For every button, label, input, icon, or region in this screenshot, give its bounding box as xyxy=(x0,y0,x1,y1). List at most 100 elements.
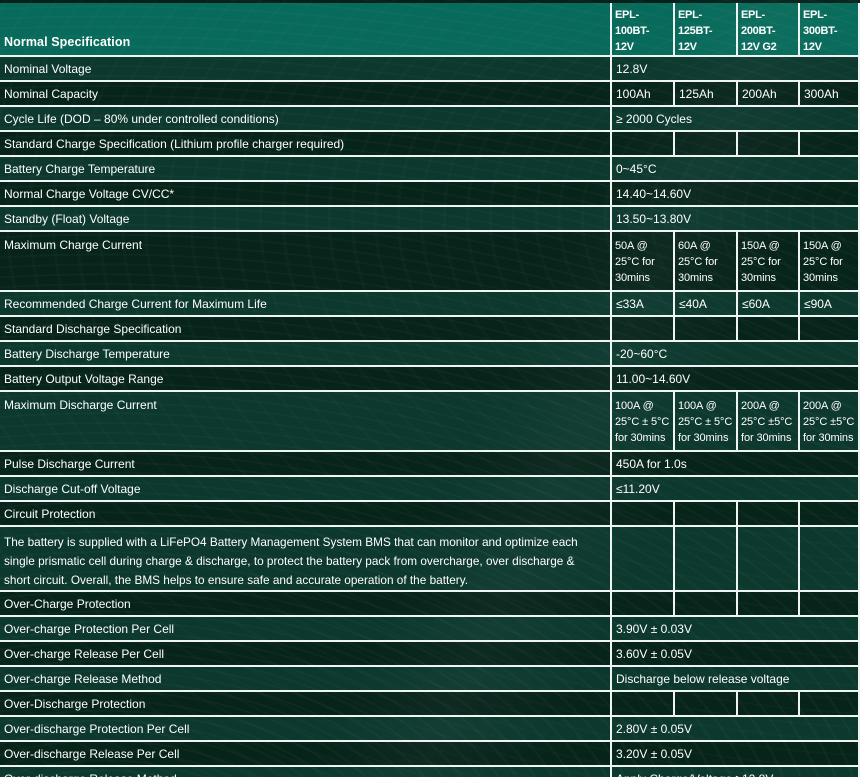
row-label: Over-Charge Protection xyxy=(0,592,610,617)
empty-cell xyxy=(798,132,860,157)
empty-cell xyxy=(798,317,860,342)
row-label: Maximum Charge Current xyxy=(0,232,610,292)
table-row: Standby (Float) Voltage13.50~13.80V xyxy=(0,207,860,232)
table-row: Over-charge Release MethodDischarge belo… xyxy=(0,667,860,692)
empty-cell xyxy=(673,692,736,717)
row-value: Discharge below release voltage xyxy=(610,667,860,692)
row-label: Cycle Life (DOD – 80% under controlled c… xyxy=(0,107,610,132)
table-row: Over-charge Release Per Cell3.60V ± 0.05… xyxy=(0,642,860,667)
empty-cell xyxy=(736,692,798,717)
row-value: Apply Charge/Voltage ≥12.8V xyxy=(610,767,860,777)
table-row: Discharge Cut-off Voltage≤11.20V xyxy=(0,477,860,502)
empty-cell xyxy=(610,692,673,717)
empty-cell xyxy=(736,502,798,527)
row-label: Discharge Cut-off Voltage xyxy=(0,477,610,502)
table-row: Recommended Charge Current for Maximum L… xyxy=(0,292,860,317)
row-value: 3.60V ± 0.05V xyxy=(610,642,860,667)
battery-spec-sheet: Normal Specification EPL-100BT- 12VEPL-1… xyxy=(0,0,860,777)
table-row: Maximum Discharge Current100A @ 25°C ± 5… xyxy=(0,392,860,452)
row-label: Nominal Voltage xyxy=(0,57,610,82)
row-value: ≤90A xyxy=(798,292,860,317)
row-value: 13.50~13.80V xyxy=(610,207,860,232)
empty-cell xyxy=(673,527,736,592)
row-label: Nominal Capacity xyxy=(0,82,610,107)
row-label: Maximum Discharge Current xyxy=(0,392,610,452)
row-value: 14.40~14.60V xyxy=(610,182,860,207)
row-value: 100A @ 25°C ± 5°C for 30mins xyxy=(673,392,736,452)
empty-cell xyxy=(610,317,673,342)
table-row: Over-charge Protection Per Cell3.90V ± 0… xyxy=(0,617,860,642)
table-row: Over-Discharge Protection xyxy=(0,692,860,717)
table-row: Cycle Life (DOD – 80% under controlled c… xyxy=(0,107,860,132)
table-title: Normal Specification xyxy=(0,3,610,57)
row-value: 100A @ 25°C ± 5°C for 30mins xyxy=(610,392,673,452)
column-header-epl-125bt-12v: EPL-125BT- 12V xyxy=(673,3,736,57)
table-row: Normal Charge Voltage CV/CC*14.40~14.60V xyxy=(0,182,860,207)
column-header-epl-300bt-12v: EPL-300BT- 12V xyxy=(798,3,860,57)
table-row: Over-discharge Release MethodApply Charg… xyxy=(0,767,860,777)
row-value: 11.00~14.60V xyxy=(610,367,860,392)
row-value: ≤40A xyxy=(673,292,736,317)
row-label: Over-charge Protection Per Cell xyxy=(0,617,610,642)
row-value: 150A @ 25°C for 30mins xyxy=(736,232,798,292)
table-row: Battery Charge Temperature0~45°C xyxy=(0,157,860,182)
row-value: 125Ah xyxy=(673,82,736,107)
table-row: Pulse Discharge Current450A for 1.0s xyxy=(0,452,860,477)
empty-cell xyxy=(798,592,860,617)
empty-cell xyxy=(736,527,798,592)
row-label: Over-charge Release Method xyxy=(0,667,610,692)
empty-cell xyxy=(673,317,736,342)
row-value: 300Ah xyxy=(798,82,860,107)
empty-cell xyxy=(736,317,798,342)
row-value: 200A @ 25°C ±5°C for 30mins xyxy=(736,392,798,452)
row-value: -20~60°C xyxy=(610,342,860,367)
empty-cell xyxy=(798,502,860,527)
spec-table-header-row: Normal Specification EPL-100BT- 12VEPL-1… xyxy=(0,3,860,57)
empty-cell xyxy=(673,592,736,617)
row-label: Pulse Discharge Current xyxy=(0,452,610,477)
column-header-epl-100bt-12v: EPL-100BT- 12V xyxy=(610,3,673,57)
bms-description: The battery is supplied with a LiFePO4 B… xyxy=(0,527,610,592)
row-value: ≤60A xyxy=(736,292,798,317)
table-row: Standard Charge Specification (Lithium p… xyxy=(0,132,860,157)
table-row: Over-discharge Protection Per Cell2.80V … xyxy=(0,717,860,742)
row-label: Battery Charge Temperature xyxy=(0,157,610,182)
row-label: Over-discharge Release Method xyxy=(0,767,610,777)
row-value: 60A @ 25°C for 30mins xyxy=(673,232,736,292)
table-row: Circuit Protection xyxy=(0,502,860,527)
table-row: Over-Charge Protection xyxy=(0,592,860,617)
row-value: 100Ah xyxy=(610,82,673,107)
table-row: The battery is supplied with a LiFePO4 B… xyxy=(0,527,860,592)
empty-cell xyxy=(610,592,673,617)
empty-cell xyxy=(736,132,798,157)
row-label: Standard Charge Specification (Lithium p… xyxy=(0,132,610,157)
table-row: Nominal Capacity100Ah125Ah200Ah300Ah xyxy=(0,82,860,107)
row-label: Over-discharge Protection Per Cell xyxy=(0,717,610,742)
empty-cell xyxy=(610,132,673,157)
empty-cell xyxy=(798,692,860,717)
table-row: Over-discharge Release Per Cell3.20V ± 0… xyxy=(0,742,860,767)
row-value: 150A @ 25°C for 30mins xyxy=(798,232,860,292)
row-label: Over-Discharge Protection xyxy=(0,692,610,717)
row-value: 3.20V ± 0.05V xyxy=(610,742,860,767)
row-label: Normal Charge Voltage CV/CC* xyxy=(0,182,610,207)
row-label: Battery Output Voltage Range xyxy=(0,367,610,392)
row-value: 0~45°C xyxy=(610,157,860,182)
row-value: 12.8V xyxy=(610,57,860,82)
row-value: 50A @ 25°C for 30mins xyxy=(610,232,673,292)
row-value: 200A @ 25°C ±5°C for 30mins xyxy=(798,392,860,452)
empty-cell xyxy=(798,527,860,592)
table-row: Battery Discharge Temperature-20~60°C xyxy=(0,342,860,367)
row-value: 3.90V ± 0.03V xyxy=(610,617,860,642)
spec-table: Normal Specification EPL-100BT- 12VEPL-1… xyxy=(0,3,860,777)
table-row: Standard Discharge Specification xyxy=(0,317,860,342)
empty-cell xyxy=(610,502,673,527)
row-value: 450A for 1.0s xyxy=(610,452,860,477)
row-label: Standard Discharge Specification xyxy=(0,317,610,342)
row-value: ≥ 2000 Cycles xyxy=(610,107,860,132)
column-header-epl-200bt-12v-g2: EPL-200BT- 12V G2 xyxy=(736,3,798,57)
table-row: Nominal Voltage12.8V xyxy=(0,57,860,82)
row-label: Over-discharge Release Per Cell xyxy=(0,742,610,767)
empty-cell xyxy=(610,527,673,592)
empty-cell xyxy=(673,132,736,157)
